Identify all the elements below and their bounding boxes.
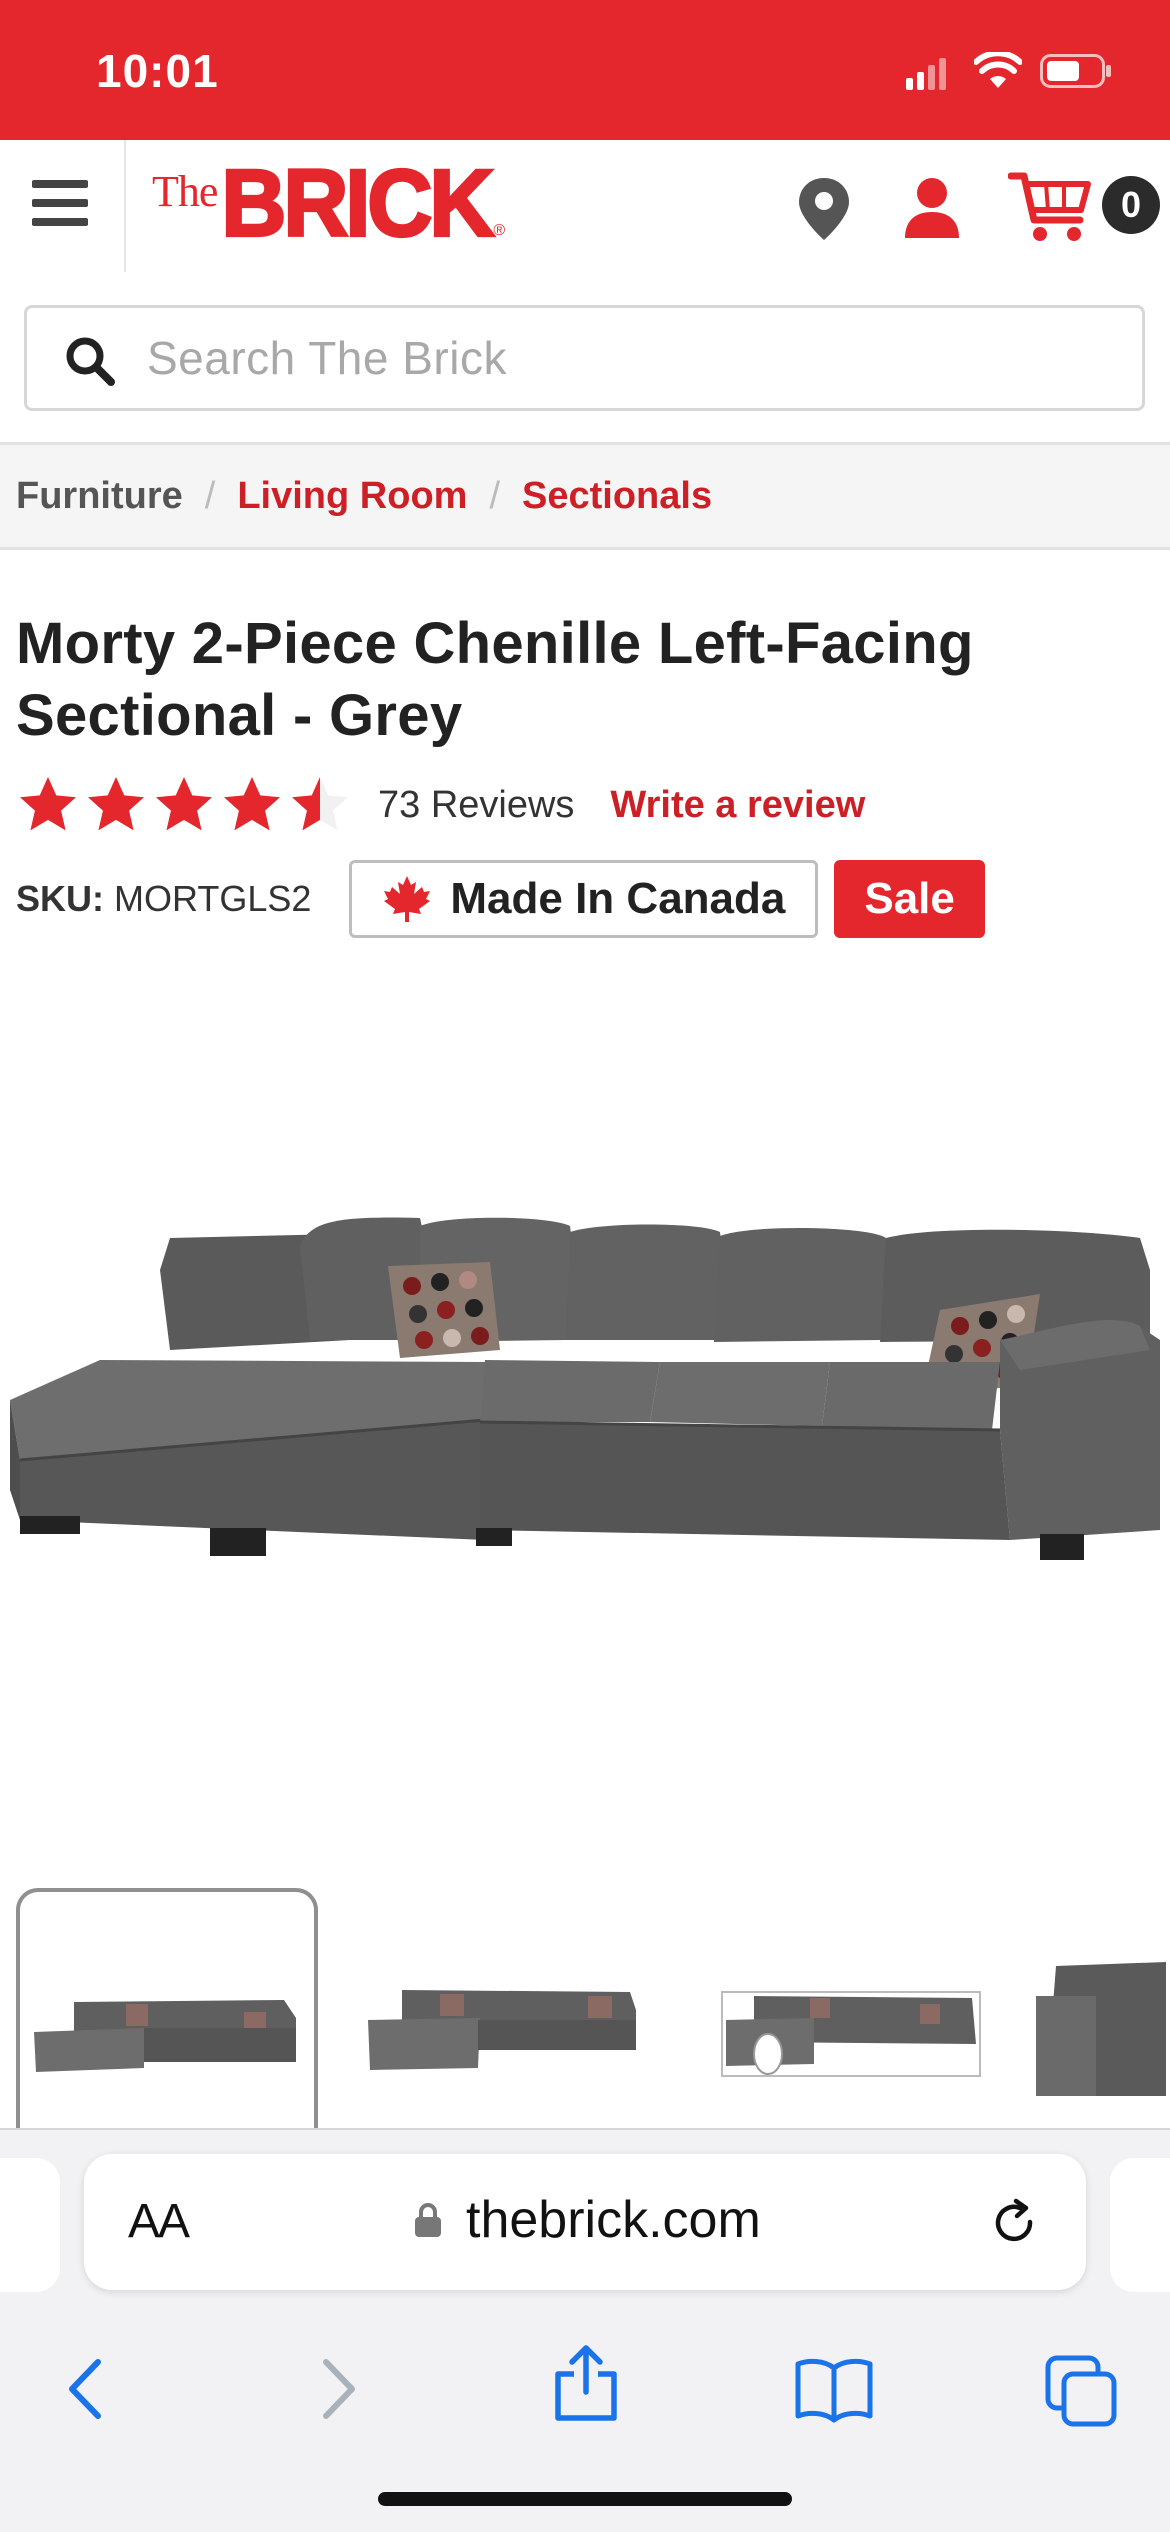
star-rating[interactable] (16, 773, 352, 837)
forward-icon[interactable] (302, 2354, 372, 2424)
status-time: 10:01 (96, 45, 219, 97)
write-review-link[interactable]: Write a review (610, 784, 865, 827)
thumbnail-1[interactable] (16, 1888, 318, 2128)
url-text: thebrick.com (466, 2191, 761, 2249)
back-icon[interactable] (52, 2354, 122, 2424)
previous-tab-preview[interactable] (0, 2158, 60, 2292)
search-bar[interactable] (24, 305, 1145, 411)
brand-logo[interactable]: The BRICK ® (152, 151, 506, 258)
thumbnail-3[interactable] (700, 1888, 1002, 2128)
thumbnail-2[interactable] (354, 1888, 656, 2128)
star-full-icon (156, 777, 212, 831)
sku-row: SKU: MORTGLS2 Made In Canada Sale (16, 860, 985, 938)
text-size-button[interactable]: AA (128, 2194, 190, 2249)
breadcrumb-furniture[interactable]: Furniture (16, 475, 183, 518)
battery-icon (1040, 54, 1111, 88)
star-full-icon (224, 777, 280, 831)
url-display[interactable]: thebrick.com (414, 2190, 761, 2250)
header-divider (124, 140, 126, 272)
reload-icon[interactable] (990, 2198, 1040, 2248)
signal-icon (906, 58, 946, 90)
sectional-sofa-image[interactable] (10, 1190, 1160, 1610)
text-size-label: AA (128, 2195, 190, 2248)
product-title: Morty 2-Piece Chenille Left-Facing Secti… (16, 611, 974, 748)
bookmarks-icon[interactable] (794, 2354, 874, 2424)
breadcrumb-living-room[interactable]: Living Room (237, 475, 467, 518)
sku-value: MORTGLS2 (114, 878, 312, 919)
menu-icon[interactable] (32, 180, 88, 236)
home-indicator[interactable] (378, 2492, 792, 2506)
thumbnail-sofa-image (34, 2000, 296, 2072)
breadcrumb: Furniture / Living Room / Sectionals (0, 442, 1170, 550)
thumbnail-strip (0, 1880, 1170, 2128)
store-location-icon[interactable] (796, 176, 852, 242)
made-in-canada-badge: Made In Canada (349, 860, 819, 938)
logo-brick-text: BRICK (220, 151, 496, 257)
lock-icon (415, 2203, 441, 2237)
made-in-canada-label: Made In Canada (450, 874, 786, 923)
wifi-icon (974, 52, 1022, 88)
rating-row: 73 Reviews Write a review (16, 770, 865, 840)
browser-toolbar (0, 2320, 1170, 2440)
breadcrumb-separator: / (204, 474, 216, 517)
breadcrumb-separator: / (489, 474, 501, 517)
next-tab-preview[interactable] (1110, 2158, 1170, 2292)
share-icon[interactable] (550, 2344, 622, 2422)
star-half-icon (292, 777, 348, 831)
status-bar: 10:01 (0, 0, 1170, 140)
breadcrumb-sectionals[interactable]: Sectionals (522, 475, 712, 518)
thumbnail-sofa-side-image (1036, 1962, 1166, 2096)
pillow-left (388, 1262, 500, 1358)
registered-mark: ® (493, 222, 506, 239)
search-icon[interactable] (63, 334, 117, 388)
sale-badge: Sale (834, 860, 985, 938)
cart-count-badge[interactable]: 0 (1102, 176, 1160, 234)
address-bar[interactable]: AA thebrick.com (84, 2154, 1086, 2290)
site-header: The BRICK ® 0 (0, 140, 1170, 278)
cart-icon[interactable] (1008, 170, 1092, 246)
thumbnail-4[interactable] (1020, 1888, 1170, 2128)
thumbnail-sofa-image (368, 1990, 636, 2070)
sku-label: SKU: (16, 878, 104, 919)
browser-bottom-bar: AA thebrick.com (0, 2128, 1170, 2532)
star-full-icon (20, 777, 77, 831)
logo-the-text: The (152, 167, 218, 216)
maple-leaf-icon (384, 876, 431, 922)
reviews-count[interactable]: 73 Reviews (378, 784, 574, 827)
search-input[interactable] (147, 308, 1107, 408)
star-full-icon (88, 777, 144, 831)
tabs-icon[interactable] (1044, 2354, 1118, 2428)
thumbnail-dimensions-image (721, 1991, 981, 2077)
account-icon[interactable] (902, 176, 962, 240)
